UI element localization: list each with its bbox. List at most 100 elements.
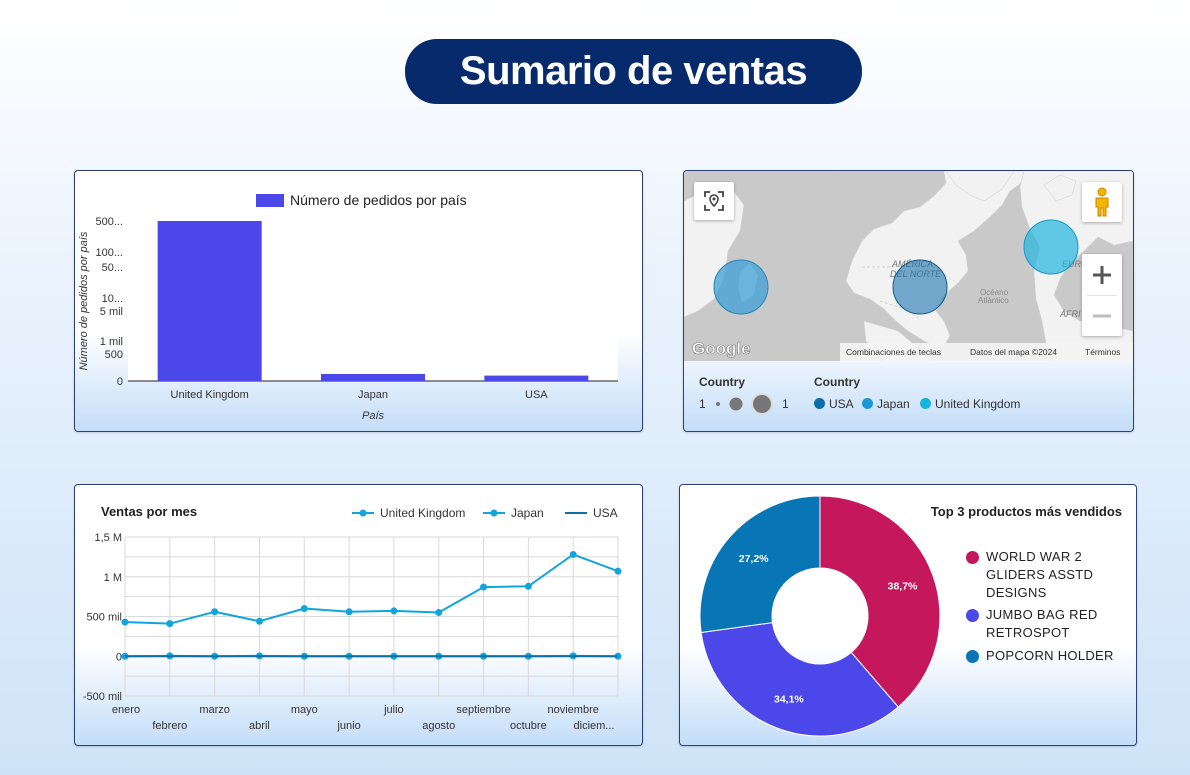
pie-legend-dot-1 bbox=[966, 551, 979, 564]
line-point[interactable] bbox=[211, 608, 219, 616]
line-point[interactable] bbox=[569, 550, 577, 558]
line-x-tick-label: mayo bbox=[291, 704, 318, 716]
bar-y-tick-label: 10... bbox=[102, 293, 123, 305]
country-map-card: AMÉRICA DEL NORTE Océano Atlántico EURO … bbox=[683, 170, 1134, 432]
line-point[interactable] bbox=[300, 605, 308, 613]
color-legend-title: Country bbox=[814, 375, 860, 389]
line-point[interactable] bbox=[480, 583, 488, 591]
map-bubble-japan[interactable] bbox=[713, 259, 769, 315]
pegman-icon bbox=[1095, 187, 1109, 217]
bar-legend-swatch bbox=[256, 194, 284, 207]
bar-legend-label: Número de pedidos por país bbox=[290, 192, 467, 208]
pie-legend-label-3: POPCORN HOLDER bbox=[986, 648, 1114, 663]
bar-united-kingdom[interactable] bbox=[157, 221, 262, 381]
line-x-tick-label: septiembre bbox=[456, 704, 510, 716]
zoom-controls bbox=[1082, 254, 1122, 336]
line-y-tick-label: 0 bbox=[116, 651, 122, 663]
size-legend-scale bbox=[716, 393, 773, 415]
line-point[interactable] bbox=[390, 607, 398, 615]
line-legend-label: United Kingdom bbox=[380, 506, 465, 520]
bar-y-tick-label: 500... bbox=[95, 216, 123, 228]
line-legend-marker bbox=[359, 509, 367, 517]
orders-by-country-chart-card: Número de pedidos por país 0 500 1 mil 5 mi… bbox=[74, 170, 643, 432]
line-point[interactable] bbox=[121, 618, 129, 626]
google-logo: Google bbox=[692, 339, 751, 358]
pie-legend-dot-3 bbox=[966, 650, 979, 663]
bar-x-tick-label: United Kingdom bbox=[171, 389, 249, 401]
bar-y-tick-label: 1 mil bbox=[100, 336, 123, 348]
bar-y-tick-label: 0 bbox=[117, 376, 123, 388]
top-products-chart-card: Top 3 productos más vendidos 38,7% 34,1% 2… bbox=[679, 484, 1137, 746]
pie-slice-label: 38,7% bbox=[888, 580, 918, 592]
pie-legend-label-2: JUMBO BAG RED RETROSPOT bbox=[986, 607, 1098, 640]
zoom-in-icon bbox=[1093, 265, 1111, 284]
line-y-tick-label: 500 mil bbox=[87, 612, 122, 624]
legend-dot-united-kingdom bbox=[920, 398, 931, 409]
bar-japan[interactable] bbox=[321, 373, 425, 381]
bar-x-tick-label: Japan bbox=[358, 389, 388, 401]
line-point[interactable] bbox=[435, 609, 443, 617]
dashboard-title-banner: Sumario de ventas bbox=[405, 39, 862, 104]
pie-slice-label: 34,1% bbox=[774, 693, 804, 705]
pie-legend-label-1: WORLD WAR 2 GLIDERS ASSTD DESIGNS bbox=[986, 549, 1094, 600]
bar-y-axis-title: Número de pedidos por país bbox=[78, 231, 90, 370]
map-terms-link[interactable]: Términos bbox=[1085, 347, 1120, 357]
bar-y-tick-label: 100... bbox=[95, 247, 123, 259]
line-x-tick-label: abril bbox=[249, 720, 270, 732]
bar-y-tick-label: 500 bbox=[105, 349, 123, 361]
line-x-tick-label: enero bbox=[112, 704, 140, 716]
line-y-tick-label: -500 mil bbox=[83, 691, 122, 703]
line-point[interactable] bbox=[345, 608, 353, 616]
page-title: Sumario de ventas bbox=[459, 49, 808, 93]
line-x-tick-label: junio bbox=[336, 720, 360, 732]
legend-dot-usa bbox=[814, 398, 825, 409]
legend-dot-japan bbox=[862, 398, 873, 409]
bar-y-tick-label: 50... bbox=[102, 262, 123, 274]
color-legend-japan: Japan bbox=[877, 397, 910, 411]
map-keyboard-shortcuts-link[interactable]: Combinaciones de teclas bbox=[846, 347, 941, 357]
pie-legend-dot-2 bbox=[966, 609, 979, 622]
map-bubble-united-kingdom[interactable] bbox=[1023, 219, 1079, 275]
street-view-button[interactable] bbox=[1082, 182, 1122, 222]
pie-slice-label: 27,2% bbox=[739, 553, 769, 565]
world-map[interactable]: AMÉRICA DEL NORTE Océano Atlántico EURO … bbox=[684, 171, 1133, 361]
line-point[interactable] bbox=[524, 582, 532, 590]
color-legend-united-kingdom: United Kingdom bbox=[935, 397, 1021, 411]
line-x-tick-label: febrero bbox=[152, 720, 187, 732]
monthly-sales-chart-card: Ventas por mes United Kingdom Japan USA 1,… bbox=[74, 484, 643, 746]
line-legend-label: USA bbox=[593, 506, 618, 520]
my-location-button[interactable] bbox=[694, 182, 734, 220]
line-point[interactable] bbox=[614, 567, 622, 575]
bar-y-tick-label: 5 mil bbox=[100, 306, 123, 318]
map-label-africa: ÁFRI bbox=[1059, 309, 1081, 319]
monthly-sales-chart: Ventas por mes United Kingdom Japan USA 1,… bbox=[83, 504, 622, 732]
size-legend-title: Country bbox=[699, 375, 745, 389]
line-x-tick-label: octubre bbox=[510, 720, 547, 732]
line-y-tick-label: 1,5 M bbox=[94, 532, 122, 544]
line-legend-marker bbox=[490, 509, 498, 517]
bar-usa[interactable] bbox=[484, 375, 589, 381]
map-bubble-usa[interactable] bbox=[892, 259, 948, 315]
map-data-attribution: Datos del mapa ©2024 bbox=[970, 347, 1057, 357]
zoom-out-icon bbox=[1093, 314, 1111, 317]
size-legend-min: 1 bbox=[699, 397, 706, 411]
line-x-tick-label: marzo bbox=[199, 704, 230, 716]
color-legend-usa: USA bbox=[829, 397, 854, 411]
locate-icon bbox=[704, 191, 724, 211]
line-x-tick-label: noviembre bbox=[548, 704, 599, 716]
line-x-tick-label: agosto bbox=[422, 720, 455, 732]
bar-x-axis-title: País bbox=[362, 410, 385, 422]
zoom-out-button[interactable] bbox=[1082, 296, 1122, 336]
line-legend-label: Japan bbox=[511, 506, 544, 520]
pie-chart-title: Top 3 productos más vendidos bbox=[931, 504, 1122, 519]
orders-by-country-chart: Número de pedidos por país 0 5001 mil 5 mi… bbox=[78, 192, 618, 422]
zoom-in-button[interactable] bbox=[1082, 255, 1122, 295]
bar-x-tick-label: USA bbox=[525, 389, 548, 401]
line-point[interactable] bbox=[166, 620, 174, 628]
line-y-tick-label: 1 M bbox=[104, 572, 122, 584]
line-point[interactable] bbox=[255, 617, 263, 625]
size-legend-max: 1 bbox=[782, 397, 789, 411]
line-series-united-kingdom[interactable] bbox=[124, 553, 619, 625]
map-label-atlantic-2: Atlántico bbox=[978, 296, 1009, 305]
line-x-tick-label: diciem... bbox=[574, 720, 615, 732]
